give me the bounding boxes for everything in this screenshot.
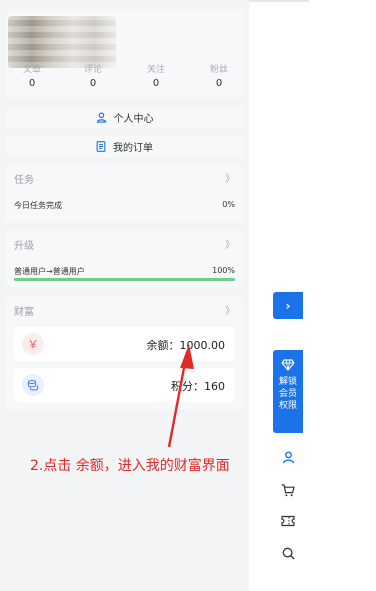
wealth-expand-chevron[interactable]: 》 <box>225 302 235 317</box>
stat-value: 0 <box>152 78 160 89</box>
stat-label: 粉丝 <box>209 65 228 75</box>
stat-followers[interactable]: 粉丝 0 <box>199 64 239 92</box>
task-title: 任务 <box>14 175 34 186</box>
user-center-tool[interactable] <box>279 448 297 466</box>
annotation-text: 2.点击 余额，进入我的财富界面 <box>30 458 230 474</box>
stat-comments[interactable]: 评论 0 <box>73 64 113 92</box>
avatar-and-username-blurred[interactable] <box>8 16 116 68</box>
personal-center-label: 个人中心 <box>113 114 154 125</box>
task-card: 任务 》 今日任务完成 0% <box>6 165 243 222</box>
cart-icon <box>281 483 295 496</box>
task-row-value: 0% <box>222 200 235 209</box>
points-amount: 积分：160 <box>171 380 225 393</box>
stat-label: 评论 <box>83 65 102 75</box>
my-orders-label: 我的订单 <box>113 143 153 154</box>
coins-icon <box>22 374 44 396</box>
upgrade-title: 升级 <box>14 241 34 252</box>
upgrade-row-label: 普通用户→普通用户 <box>14 267 85 276</box>
stat-value: 0 <box>89 78 97 89</box>
personal-center-button[interactable]: 个人中心 <box>6 107 243 128</box>
wealth-title: 财富 <box>14 307 34 318</box>
task-expand-chevron[interactable]: 》 <box>225 170 235 185</box>
diamond-icon <box>281 359 295 371</box>
upgrade-row-value: 100% <box>212 266 235 275</box>
collapse-sidebar-button[interactable]: › <box>273 292 303 319</box>
stat-label: 关注 <box>146 65 165 75</box>
upgrade-expand-chevron[interactable]: 》 <box>225 236 235 251</box>
balance-amount[interactable]: 余额：1000.00 <box>147 337 226 353</box>
vip-text-line-1: 解锁 <box>278 377 297 387</box>
search-tool[interactable] <box>279 544 297 562</box>
profile-stats: 文章 0 评论 0 关注 0 粉丝 0 <box>6 64 243 94</box>
stat-value: 0 <box>28 78 36 89</box>
search-icon <box>282 547 294 559</box>
ticket-icon <box>281 515 295 527</box>
page: 文章 0 评论 0 关注 0 粉丝 0 个人中心 我的订单 任务 》 今日任务完… <box>0 0 376 591</box>
user-icon <box>282 450 294 463</box>
unlock-vip-button[interactable]: 解锁 会员 权限 <box>273 350 303 433</box>
stat-following[interactable]: 关注 0 <box>136 64 176 92</box>
upgrade-progress-bar <box>14 278 235 281</box>
vip-text-line-2: 会员 <box>278 389 297 399</box>
points-row[interactable]: 积分：160 <box>14 368 235 402</box>
balance-row[interactable]: ￥ 余额：1000.00 <box>14 327 235 361</box>
chevron-right-icon: › <box>285 298 291 313</box>
order-list-icon <box>96 141 106 152</box>
floating-toolbar <box>273 441 303 571</box>
stat-label: 文章 <box>22 65 41 75</box>
stat-articles[interactable]: 文章 0 <box>12 64 52 92</box>
wealth-card: 财富 》 ￥ 余额：1000.00 积分：160 <box>6 297 243 409</box>
yen-icon: ￥ <box>22 333 44 355</box>
vip-text-line-3: 权限 <box>278 401 297 411</box>
profile-card: 文章 0 评论 0 关注 0 粉丝 0 <box>6 10 243 97</box>
coupon-tool[interactable] <box>279 512 297 530</box>
top-divider <box>249 0 309 2</box>
my-orders-button[interactable]: 我的订单 <box>6 136 243 157</box>
user-icon <box>96 112 106 123</box>
task-row-label: 今日任务完成 <box>14 201 62 210</box>
stat-value: 0 <box>215 78 223 89</box>
upgrade-card: 升级 》 普通用户→普通用户 100% <box>6 231 243 287</box>
content-area <box>249 0 376 591</box>
upgrade-progress-fill <box>14 278 235 281</box>
cart-tool[interactable] <box>279 481 297 499</box>
